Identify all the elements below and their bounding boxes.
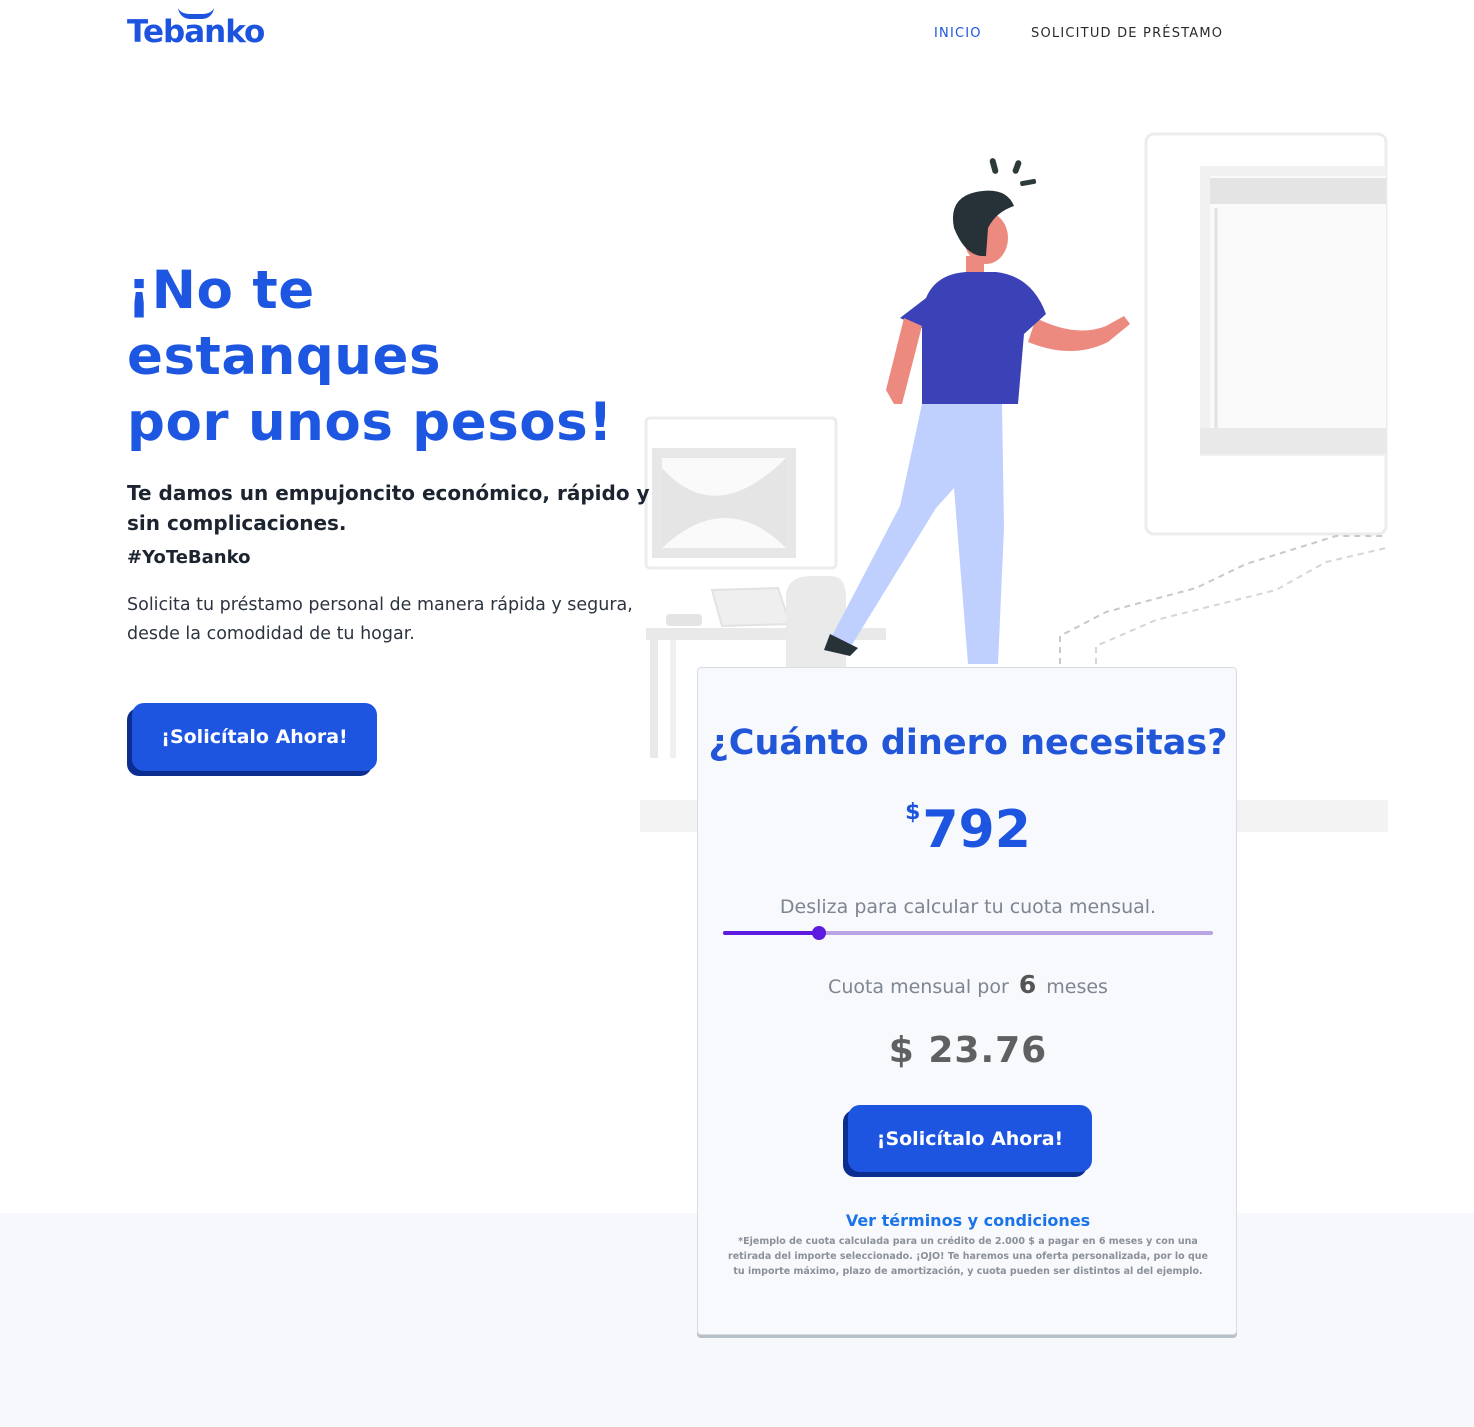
months-count: 6 [1018,970,1037,999]
currency-symbol: $ [905,800,921,825]
amount-value: 792 [922,800,1031,860]
cuota-prefix: Cuota mensual por [828,976,1009,998]
hero-title-line: estanques [127,326,441,387]
nav-link-inicio[interactable]: INICIO [934,26,982,41]
apply-now-button[interactable]: ¡Solicítalo Ahora! [132,703,377,771]
calculator-title: ¿Cuánto dinero necesitas? [708,723,1228,763]
terms-link[interactable]: Ver términos y condiciones [698,1211,1238,1230]
calculator-apply-button[interactable]: ¡Solicítalo Ahora! [848,1105,1092,1172]
hero-subtitle: Te damos un empujoncito económico, rápid… [127,481,650,535]
loan-amount: $792 [698,800,1238,860]
monthly-payment-value: $ 23.76 [888,1030,1048,1071]
slider-fill [723,931,819,935]
amount-slider[interactable] [723,926,1213,940]
brand-logo[interactable]: Tebanko [127,14,265,50]
monthly-payment-label: Cuota mensual por 6 meses [698,970,1238,999]
disclaimer-text: *Ejemplo de cuota calculada para un créd… [728,1236,1208,1277]
slider-thumb[interactable] [811,926,826,940]
hero-title: ¡No te estanques por unos pesos! [127,258,687,456]
hero-title-line: por unos pesos! [127,392,613,453]
hero-title-line: ¡No te [127,260,315,321]
loan-calculator-card: ¿Cuánto dinero necesitas? $792 Desliza p… [697,667,1237,1335]
cuota-suffix: meses [1046,976,1108,998]
hashtag: #YoTeBanko [127,547,251,568]
nav-link-solicitud[interactable]: SOLICITUD DE PRÉSTAMO [1031,26,1223,41]
slider-hint: Desliza para calcular tu cuota mensual. [779,896,1157,918]
hero-description: Solicita tu préstamo personal de manera … [127,595,633,644]
